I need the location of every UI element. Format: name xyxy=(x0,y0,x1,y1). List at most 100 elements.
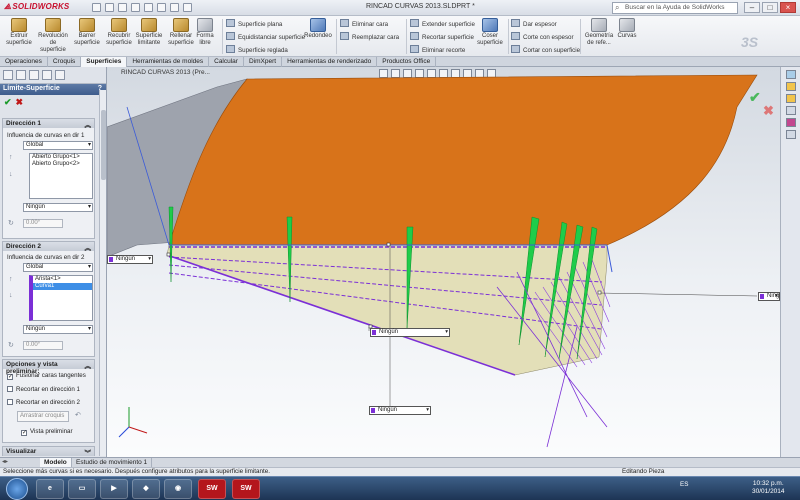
tab-herramientas-moldes[interactable]: Herramientas de moldes xyxy=(127,57,210,67)
trim-dir1-checkbox[interactable]: Recortar en dirección 1 xyxy=(7,386,80,393)
ok-check-icon[interactable]: ✔ xyxy=(4,97,12,107)
maximize-button[interactable]: □ xyxy=(762,2,778,13)
list-item-selected[interactable]: Curva1 xyxy=(33,283,92,290)
preview-checkbox[interactable]: ✓ Vista preliminar xyxy=(21,428,73,436)
merge-tangent-checkbox[interactable]: ✓ Fusionar caras tangentes xyxy=(7,372,86,380)
solidworks-logo[interactable]: ⟁SOLIDWORKS xyxy=(4,2,69,12)
file-explorer-icon[interactable] xyxy=(786,94,796,103)
select-icon[interactable] xyxy=(157,3,166,12)
custom-properties-icon[interactable] xyxy=(786,130,796,139)
delete-face-button[interactable]: Eliminar cara xyxy=(340,19,388,28)
list-item[interactable]: Arista<1> xyxy=(33,276,92,283)
appearances-icon[interactable] xyxy=(786,118,796,127)
trim-surface-button[interactable]: Recortar superficie xyxy=(410,32,474,41)
solidworks-resources-icon[interactable] xyxy=(786,70,796,79)
surface-cut-button[interactable]: Cortar con superficie xyxy=(511,45,580,54)
display-manager-icon[interactable] xyxy=(55,70,65,80)
tangent-annotation-dropdown[interactable]: Ningún xyxy=(107,255,153,264)
close-button[interactable]: × xyxy=(780,2,796,13)
tangent-type-dropdown-dir1[interactable]: Ningún xyxy=(23,203,93,212)
extend-surface-button[interactable]: Extender superficie xyxy=(410,19,475,28)
drag-sketch-button[interactable]: Arrastrar croquis xyxy=(17,411,69,422)
tangent-annotation-dropdown[interactable]: Ningún xyxy=(758,292,780,301)
direction-2-header[interactable]: Dirección 2 ︽ xyxy=(3,242,94,252)
reference-geometry-button[interactable]: Geometría de refe... xyxy=(582,18,616,47)
display-header[interactable]: Visualizar ︾ xyxy=(3,447,94,457)
tab-superficies[interactable]: Superficies xyxy=(81,57,128,67)
print-icon[interactable] xyxy=(131,3,140,12)
tab-estudio-movimiento[interactable]: Estudio de movimiento 1 xyxy=(72,458,153,467)
influence-dropdown-dir2[interactable]: Global xyxy=(23,263,93,272)
draft-angle-field-dir1[interactable]: 0.00° xyxy=(23,219,63,228)
media-player-icon[interactable]: ▶ xyxy=(100,479,128,499)
undo-icon[interactable] xyxy=(144,3,153,12)
boundary-surface-button[interactable]: Superficie limitante xyxy=(132,18,166,47)
solidworks-taskbar-icon-2[interactable]: SW xyxy=(232,479,260,499)
direction-1-header[interactable]: Dirección 1 ︽ xyxy=(3,119,94,129)
tangent-annotation-dropdown[interactable]: Ningún xyxy=(369,406,431,415)
language-indicator[interactable]: ES xyxy=(680,481,688,488)
tab-operaciones[interactable]: Operaciones xyxy=(0,57,48,67)
curves-list-dir1[interactable]: Abierto Grupo<1> Abierto Grupo<2> xyxy=(29,153,93,199)
options-icon[interactable] xyxy=(183,3,192,12)
confirm-cancel-icon[interactable]: ✖ xyxy=(763,103,774,119)
tangent-type-dropdown-dir2[interactable]: Ningún xyxy=(23,325,93,334)
orange-top-surface[interactable] xyxy=(168,74,758,248)
freeform-button[interactable]: Forma libre xyxy=(190,18,220,47)
move-up-icon[interactable]: ↑ xyxy=(9,154,13,161)
graphics-area[interactable]: RINCAD CURVAS 2013 (Pre... Ningún ▾ Ning… xyxy=(107,67,780,457)
dimxpert-icon[interactable] xyxy=(42,70,52,80)
curves-list-dir2[interactable]: Arista<1> Curva1 xyxy=(29,275,93,321)
move-down-icon[interactable]: ↓ xyxy=(9,292,13,299)
view-palette-icon[interactable] xyxy=(786,106,796,115)
tab-productos-office[interactable]: Productos Office xyxy=(377,57,437,67)
influence-dropdown-dir1[interactable]: Global xyxy=(23,141,93,150)
solidworks-taskbar-icon[interactable]: SW xyxy=(198,479,226,499)
property-manager-icon[interactable] xyxy=(16,70,26,80)
move-down-icon[interactable]: ↓ xyxy=(9,171,13,178)
revolve-surface-button[interactable]: Revolución de superficie xyxy=(36,18,70,54)
curves-button[interactable]: Curvas xyxy=(616,18,638,40)
system-clock[interactable]: 10:32 p.m. 30/01/2014 xyxy=(752,480,785,496)
knit-surface-button[interactable]: Coser superficie xyxy=(474,18,506,47)
offset-surface-button[interactable]: Equidistanciar superficie xyxy=(226,32,305,41)
new-document-icon[interactable] xyxy=(92,3,101,12)
minimize-button[interactable]: – xyxy=(744,2,760,13)
chrome-icon[interactable]: ◉ xyxy=(164,479,192,499)
thickened-cut-button[interactable]: Corte con espesor xyxy=(511,32,574,41)
ruled-surface-button[interactable]: Superficie reglada xyxy=(226,45,288,54)
list-item[interactable]: Abierto Grupo<1> xyxy=(30,154,92,161)
move-up-icon[interactable]: ↑ xyxy=(9,276,13,283)
tab-scroll-arrows-icon[interactable]: ◂▸ xyxy=(2,458,8,465)
cancel-x-icon[interactable]: ✖ xyxy=(16,97,24,107)
feature-tree-icon[interactable] xyxy=(3,70,13,80)
design-library-icon[interactable] xyxy=(786,82,796,91)
tab-modelo[interactable]: Modelo xyxy=(40,458,72,467)
tab-croquis[interactable]: Croquis xyxy=(48,57,82,67)
save-icon[interactable] xyxy=(118,3,127,12)
thicken-button[interactable]: Dar espesor xyxy=(511,19,557,28)
fillet-button[interactable]: Redondeo xyxy=(303,18,333,40)
list-item[interactable]: Abierto Grupo<2> xyxy=(30,161,92,168)
app-icon[interactable]: ◆ xyxy=(132,479,160,499)
configuration-icon[interactable] xyxy=(29,70,39,80)
loft-surface-button[interactable]: Recubrir superficie xyxy=(102,18,136,47)
sweep-surface-button[interactable]: Barrer superficie xyxy=(70,18,104,47)
planar-surface-button[interactable]: Superficie plana xyxy=(226,19,282,28)
tangent-annotation-dropdown[interactable]: Ningún xyxy=(370,328,450,337)
internet-explorer-icon[interactable]: e xyxy=(36,479,64,499)
start-button[interactable] xyxy=(6,478,28,500)
rebuild-icon[interactable] xyxy=(170,3,179,12)
file-explorer-icon[interactable]: ▭ xyxy=(68,479,96,499)
tab-renderizado[interactable]: Herramientas de renderizado xyxy=(282,57,378,67)
tab-dimxpert[interactable]: DimXpert xyxy=(244,57,283,67)
scrollbar-thumb[interactable] xyxy=(101,110,106,180)
untrim-surface-button[interactable]: Eliminar recorte xyxy=(410,45,465,54)
extrude-surface-button[interactable]: Extruir superficie xyxy=(2,18,36,47)
replace-face-button[interactable]: Reemplazar cara xyxy=(340,32,399,41)
tab-calcular[interactable]: Calcular xyxy=(209,57,244,67)
panel-scrollbar[interactable] xyxy=(99,90,106,456)
draft-angle-field-dir2[interactable]: 0.00° xyxy=(23,341,63,350)
model-view[interactable] xyxy=(107,67,780,457)
help-search-input[interactable]: ⌕ Buscar en la Ayuda de SolidWorks xyxy=(612,2,738,14)
